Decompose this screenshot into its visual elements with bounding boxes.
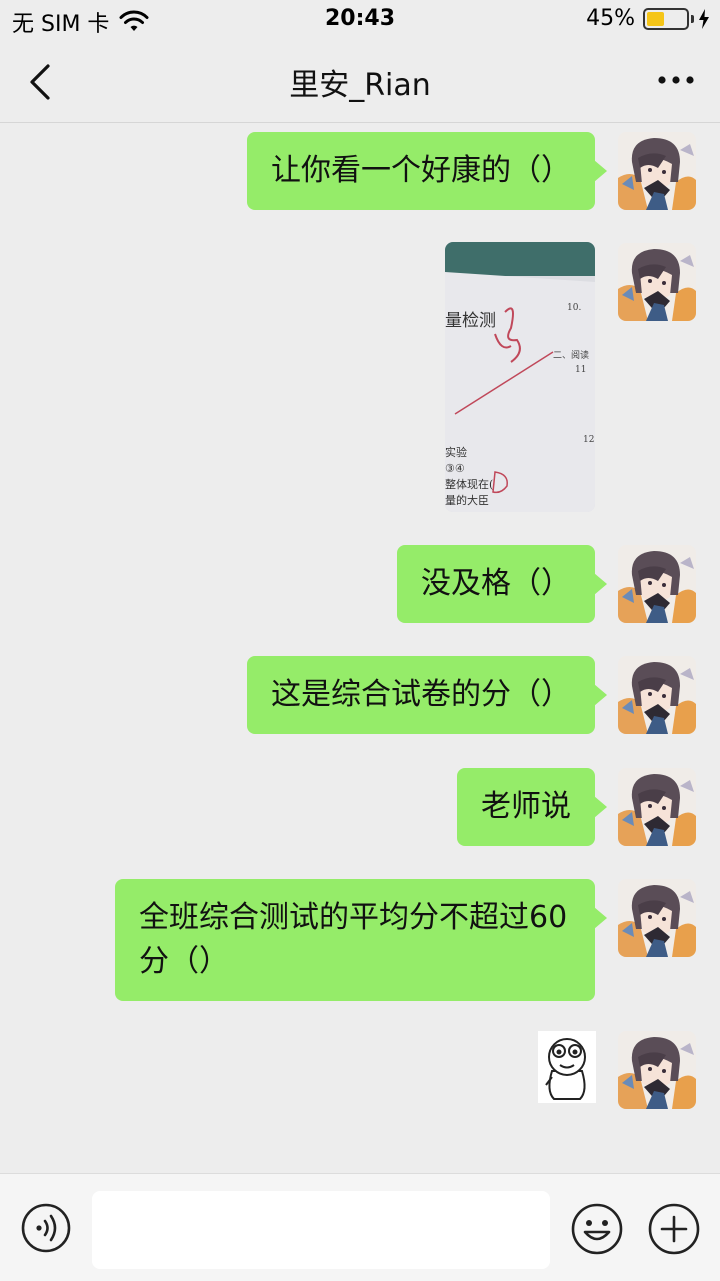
status-bar: 无 SIM 卡 20:43 45% [0, 0, 720, 40]
message-bubble[interactable]: 老师说 [457, 768, 607, 846]
message-text: 这是综合试卷的分（） [271, 677, 571, 712]
avatar[interactable] [618, 879, 696, 957]
message-bubble[interactable]: 让你看一个好康的（） [247, 132, 607, 210]
input-bar [0, 1173, 720, 1281]
svg-text:③④: ③④ [445, 462, 465, 475]
svg-text:实验: 实验 [445, 445, 467, 459]
svg-text:12: 12 [583, 435, 594, 445]
svg-text:量检测: 量检测 [445, 311, 496, 331]
svg-text:10.: 10. [567, 303, 581, 313]
message-input[interactable] [92, 1191, 550, 1269]
emoji-icon[interactable] [570, 1202, 624, 1256]
svg-text:11: 11 [575, 365, 586, 375]
avatar[interactable] [618, 656, 696, 734]
avatar[interactable] [618, 243, 696, 321]
sticker-message[interactable] [538, 1031, 596, 1103]
battery-icon [643, 7, 689, 30]
message-text: 老师说 [481, 789, 571, 824]
battery-percent: 45% [586, 6, 635, 31]
more-dots-icon[interactable] [656, 68, 696, 92]
photo-message[interactable]: 量检测 10. 二、阅读 11 12 实验 ③④ 整体现在( 量的大臣 [445, 242, 595, 512]
battery-tip [691, 14, 694, 23]
avatar[interactable] [618, 132, 696, 210]
message-bubble[interactable]: 这是综合试卷的分（） [247, 656, 607, 734]
message-bubble[interactable]: 全班综合测试的平均分不超过60分（） [115, 879, 607, 1001]
status-right: 45% [586, 6, 710, 31]
svg-text:量的大臣: 量的大臣 [445, 493, 489, 507]
plus-icon[interactable] [647, 1202, 701, 1256]
message-text: 没及格（） [421, 566, 571, 601]
battery-fill [647, 11, 665, 26]
avatar[interactable] [618, 768, 696, 846]
svg-text:二、阅读: 二、阅读 [553, 349, 589, 361]
message-bubble[interactable]: 没及格（） [397, 545, 607, 623]
avatar[interactable] [618, 1031, 696, 1109]
exam-photo: 量检测 10. 二、阅读 11 12 实验 ③④ 整体现在( 量的大臣 [445, 242, 595, 512]
avatar[interactable] [618, 545, 696, 623]
chat-title: 里安_Rian [289, 68, 431, 103]
message-text: 让你看一个好康的（） [271, 153, 571, 188]
nav-bar: 里安_Rian [0, 40, 720, 123]
message-text: 全班综合测试的平均分不超过60分（） [139, 900, 568, 979]
voice-icon[interactable] [20, 1202, 72, 1254]
svg-text:整体现在(: 整体现在( [445, 477, 493, 491]
bolt-icon [699, 8, 709, 29]
